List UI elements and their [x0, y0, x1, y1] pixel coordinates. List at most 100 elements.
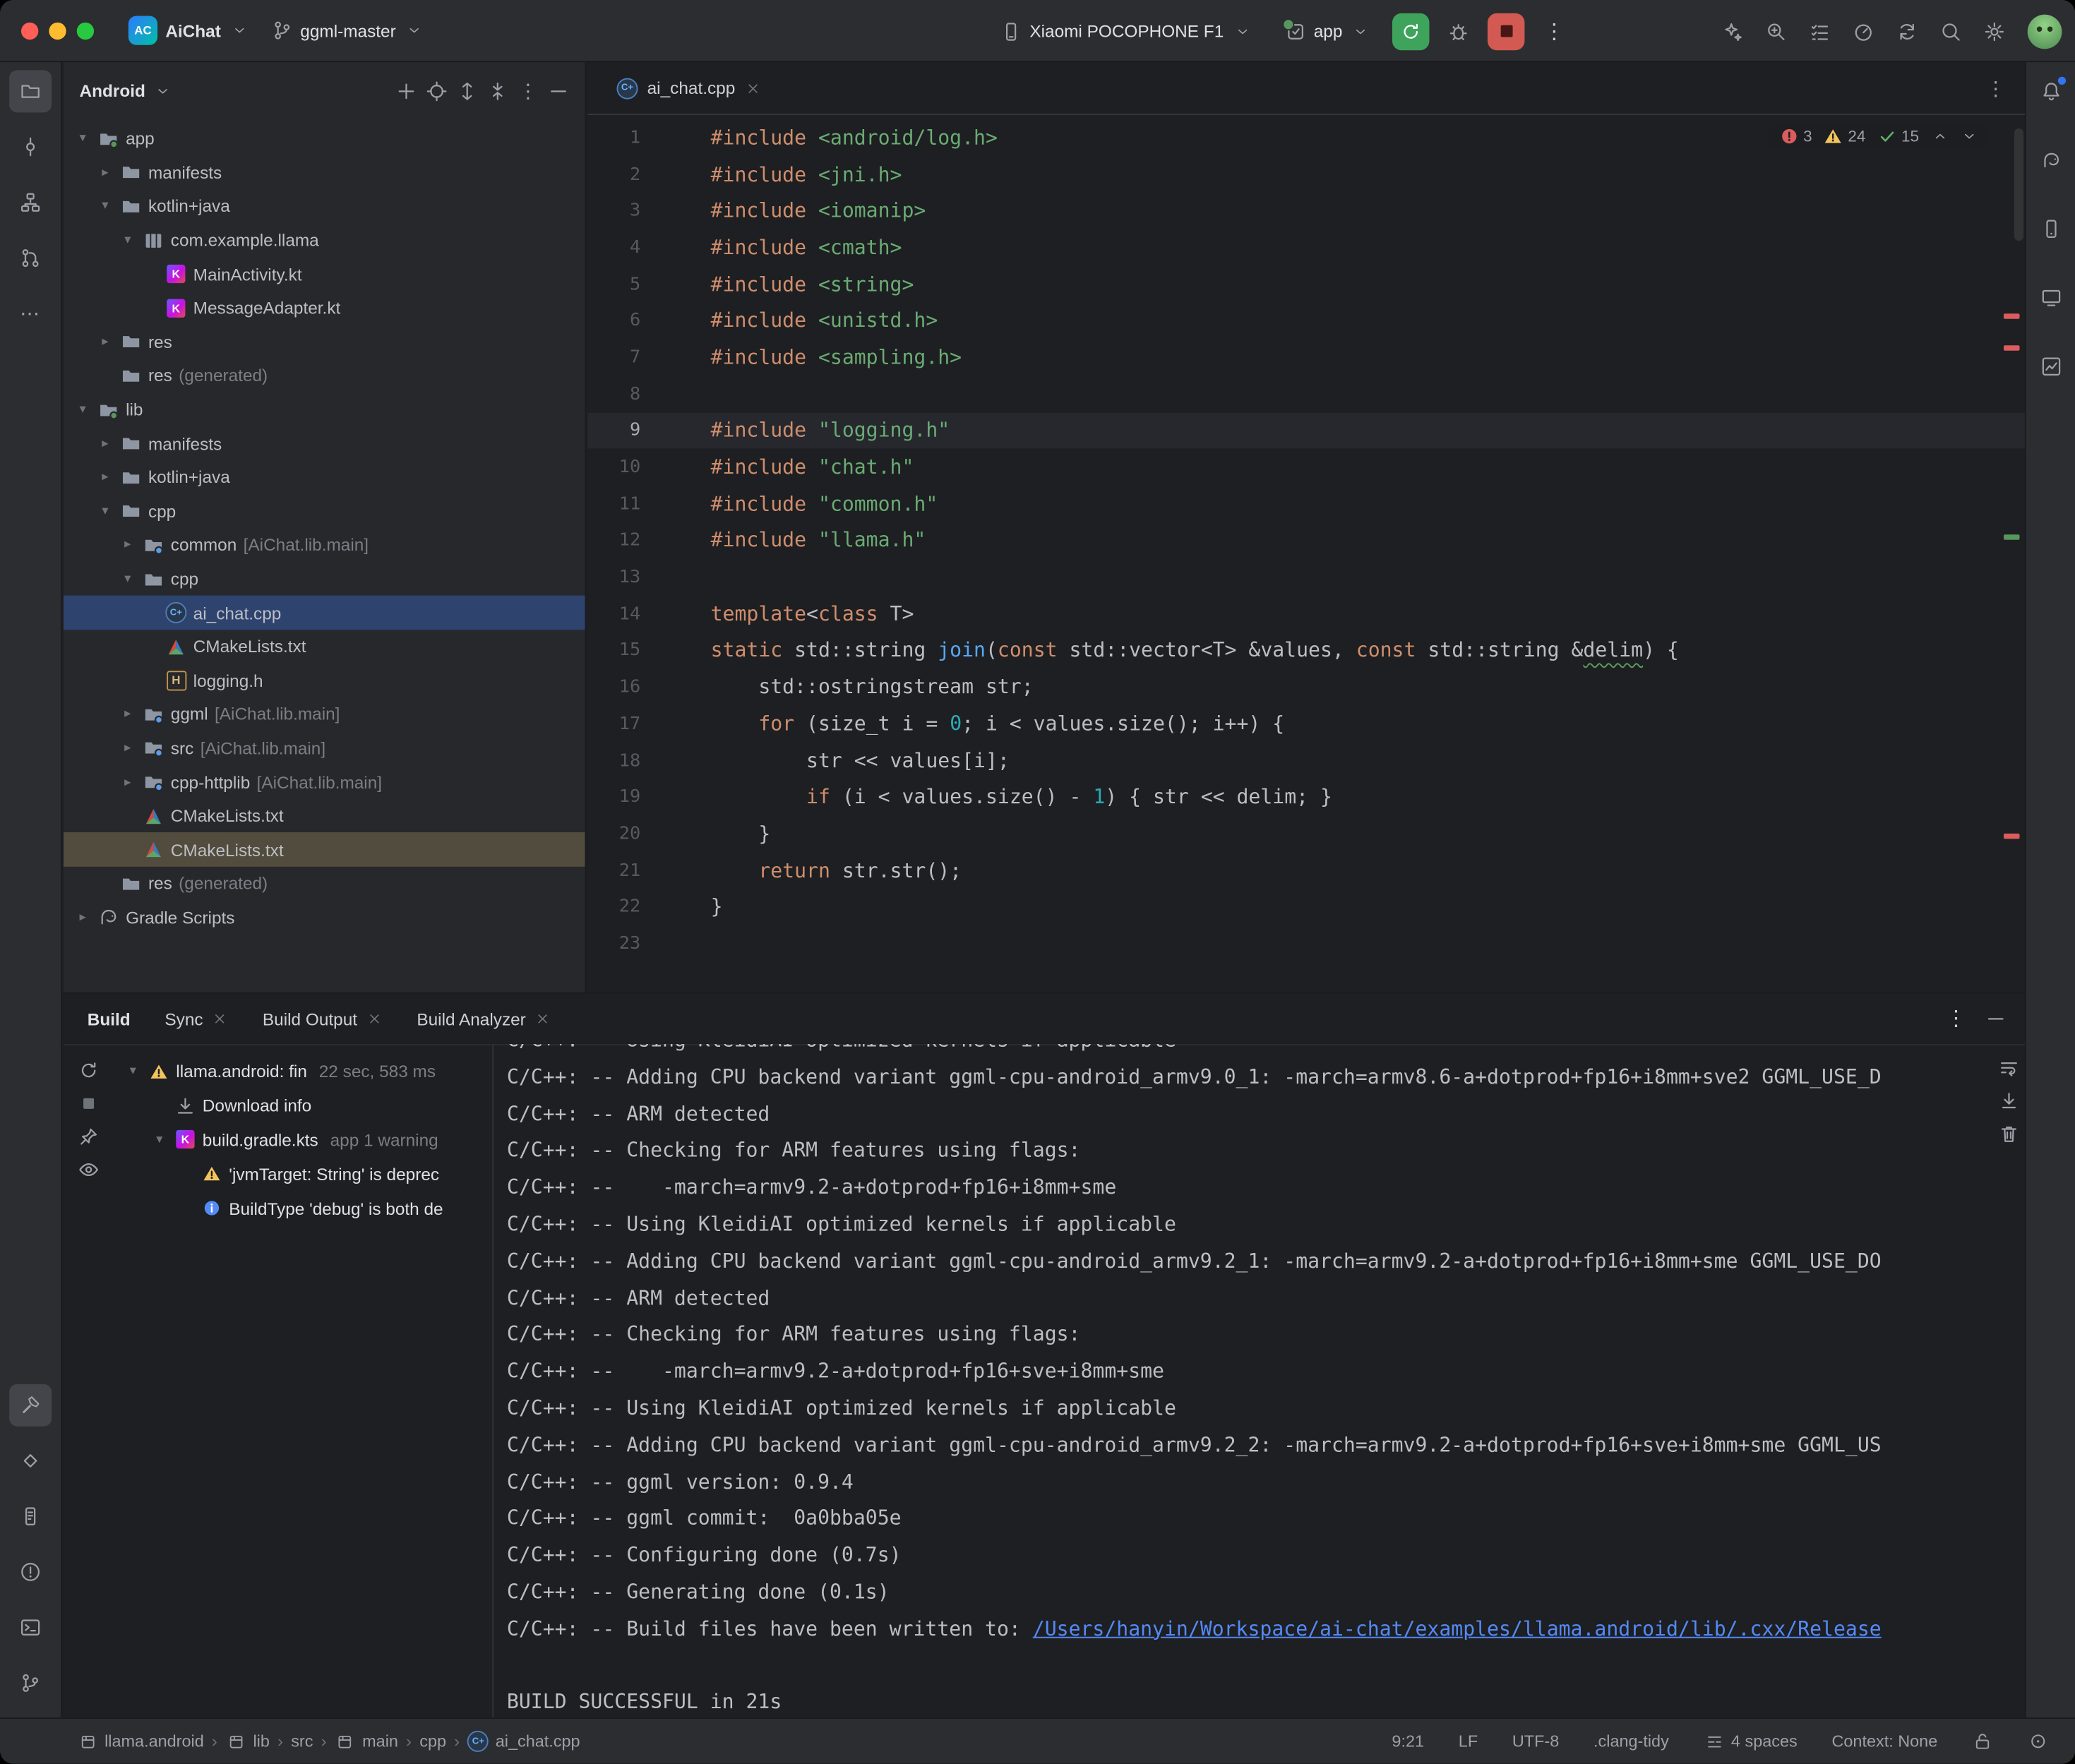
- scrollend-icon[interactable]: [1998, 1091, 2019, 1112]
- code-line-14[interactable]: 14template<class T>: [587, 595, 2025, 632]
- code-line-2[interactable]: 2#include <jni.h>: [587, 156, 2025, 193]
- run-more-button[interactable]: ⋮: [1536, 13, 1572, 49]
- tree-item-lib[interactable]: ▾lib: [64, 392, 585, 426]
- tree-item-logging-h[interactable]: Hlogging.h: [64, 664, 585, 697]
- problems-tool-button[interactable]: [9, 1551, 52, 1593]
- build-tree-item-jvmtarget-string-is-deprec[interactable]: 'jvmTarget: String' is deprec: [114, 1157, 492, 1191]
- editor-options-icon[interactable]: ⋮: [1983, 76, 2009, 100]
- code-line-23[interactable]: 23: [587, 925, 2025, 962]
- line-number[interactable]: 7: [587, 347, 640, 368]
- terminal-tool-button[interactable]: [9, 1607, 52, 1649]
- line-number[interactable]: 11: [587, 493, 640, 515]
- chevron-expanded-icon[interactable]: ▾: [124, 1064, 141, 1079]
- eye-icon[interactable]: [78, 1159, 100, 1180]
- status-indent-config[interactable]: 4 spaces: [1704, 1731, 1798, 1752]
- previous-problem-icon[interactable]: [1931, 127, 1948, 145]
- code-line-5[interactable]: 5#include <string>: [587, 265, 2025, 302]
- close-icon[interactable]: [213, 1011, 228, 1026]
- search-replace-icon[interactable]: [1766, 20, 1787, 42]
- tree-item-kotlin-java[interactable]: ▾kotlin+java: [64, 189, 585, 223]
- dependencies-tool-button[interactable]: [9, 1439, 52, 1482]
- project-widget[interactable]: AC AiChat: [118, 11, 261, 50]
- code-line-7[interactable]: 7#include <sampling.h>: [587, 339, 2025, 376]
- stop-button[interactable]: [1488, 13, 1525, 49]
- line-number[interactable]: 18: [587, 750, 640, 771]
- line-number[interactable]: 15: [587, 640, 640, 661]
- line-number[interactable]: 21: [587, 860, 640, 881]
- hide-icon[interactable]: [548, 80, 569, 101]
- chevron-collapsed-icon[interactable]: ▸: [119, 775, 136, 790]
- hide-panel-icon[interactable]: [1985, 1008, 2007, 1029]
- build-tree-item-download-info[interactable]: Download info: [114, 1088, 492, 1122]
- breadcrumb-lib[interactable]: lib: [225, 1731, 270, 1752]
- chevron-expanded-icon[interactable]: ▾: [74, 402, 91, 417]
- status-caret-position[interactable]: 9:21: [1392, 1732, 1424, 1751]
- vcs-branch-widget[interactable]: ggml-master: [261, 15, 436, 47]
- tree-item-res[interactable]: ▸res: [64, 325, 585, 359]
- tree-item-cmakelists-txt[interactable]: CMakeLists.txt: [64, 630, 585, 664]
- build-tree-item-build-gradle-kts[interactable]: ▾Kbuild.gradle.ktsapp 1 warning: [114, 1123, 492, 1157]
- chevron-down-icon[interactable]: [152, 80, 173, 101]
- status-line-separator[interactable]: LF: [1459, 1732, 1478, 1751]
- error-count-badge[interactable]: 3: [1779, 127, 1812, 145]
- build-tree-item-llama-android-fin[interactable]: ▾llama.android: fin22 sec, 583 ms: [114, 1055, 492, 1088]
- line-number[interactable]: 2: [587, 164, 640, 185]
- code-line-6[interactable]: 6#include <unistd.h>: [587, 302, 2025, 339]
- tree-item-gradle-scripts[interactable]: ▸Gradle Scripts: [64, 901, 585, 935]
- search-icon[interactable]: [1940, 20, 1961, 42]
- build-tab-sync[interactable]: Sync: [165, 1009, 228, 1028]
- plus-icon[interactable]: [395, 80, 417, 101]
- chevron-expanded-icon[interactable]: ▾: [74, 131, 91, 146]
- tree-item-manifests[interactable]: ▸manifests: [64, 155, 585, 189]
- todo-list-icon[interactable]: [1809, 20, 1830, 42]
- passed-count-badge[interactable]: 15: [1877, 127, 1919, 145]
- chevron-expanded-icon[interactable]: ▾: [119, 572, 136, 587]
- refresh-icon[interactable]: [78, 1060, 100, 1081]
- editor-scrollbar[interactable]: [2014, 128, 2023, 241]
- tree-item-com-example-llama[interactable]: ▾com.example.llama: [64, 223, 585, 257]
- stripe-mark-green[interactable]: [2004, 534, 2019, 539]
- line-number[interactable]: 19: [587, 786, 640, 808]
- stop-grey-icon[interactable]: [78, 1093, 100, 1114]
- profiler-icon[interactable]: [1853, 20, 1874, 42]
- code-line-13[interactable]: 13: [587, 559, 2025, 596]
- build-console[interactable]: C/C++: -- Using KleidiAI optimized kerne…: [495, 1044, 1975, 1717]
- structure-tool-button[interactable]: [9, 181, 52, 224]
- code-line-11[interactable]: 11#include "common.h": [587, 486, 2025, 522]
- line-number[interactable]: 1: [587, 127, 640, 148]
- project-view-selector[interactable]: Android: [79, 80, 145, 100]
- tree-item-cpp[interactable]: ▾cpp: [64, 562, 585, 596]
- target-icon[interactable]: [426, 80, 448, 101]
- status-file-lock[interactable]: [1972, 1731, 1993, 1752]
- status-file-encoding[interactable]: UTF-8: [1512, 1732, 1559, 1751]
- build-tab-build-output[interactable]: Build Output: [263, 1009, 383, 1028]
- line-number[interactable]: 6: [587, 310, 640, 331]
- line-number[interactable]: 20: [587, 823, 640, 844]
- breadcrumb-src[interactable]: src: [291, 1732, 313, 1751]
- build-tool-button[interactable]: [9, 1384, 52, 1427]
- line-number[interactable]: 12: [587, 530, 640, 551]
- tree-item-cmakelists-txt[interactable]: CMakeLists.txt: [64, 833, 585, 867]
- tree-item-ggml[interactable]: ▸ggml [AiChat.lib.main]: [64, 697, 585, 731]
- device-selector[interactable]: Xiaomi POCOPHONE F1: [990, 16, 1263, 47]
- tree-item-manifests[interactable]: ▸manifests: [64, 426, 585, 460]
- user-avatar[interactable]: [2028, 14, 2062, 49]
- code-line-16[interactable]: 16 std::ostringstream str;: [587, 668, 2025, 705]
- error-stripe-mark[interactable]: [2004, 834, 2019, 839]
- line-number[interactable]: 22: [587, 896, 640, 918]
- build-tab-build-analyzer[interactable]: Build Analyzer: [417, 1009, 551, 1028]
- error-stripe-mark[interactable]: [2004, 345, 2019, 350]
- run-config-selector[interactable]: app: [1274, 16, 1382, 47]
- app-insights-tool-button[interactable]: [2030, 345, 2072, 388]
- line-number[interactable]: 13: [587, 566, 640, 587]
- breadcrumb-llama-android[interactable]: llama.android: [77, 1731, 204, 1752]
- chevron-collapsed-icon[interactable]: ▸: [119, 707, 136, 722]
- tree-item-messageadapter-kt[interactable]: KMessageAdapter.kt: [64, 291, 585, 325]
- running-devices-tool-button[interactable]: [2030, 277, 2072, 319]
- pull-requests-tool-button[interactable]: [9, 237, 52, 280]
- device-manager-tool-button[interactable]: [2030, 208, 2072, 250]
- softwrap-icon[interactable]: [1998, 1057, 2019, 1079]
- project-tool-button[interactable]: [9, 70, 52, 112]
- chevron-collapsed-icon[interactable]: ▸: [74, 911, 91, 925]
- status-clang-tidy[interactable]: .clang-tidy: [1593, 1732, 1669, 1751]
